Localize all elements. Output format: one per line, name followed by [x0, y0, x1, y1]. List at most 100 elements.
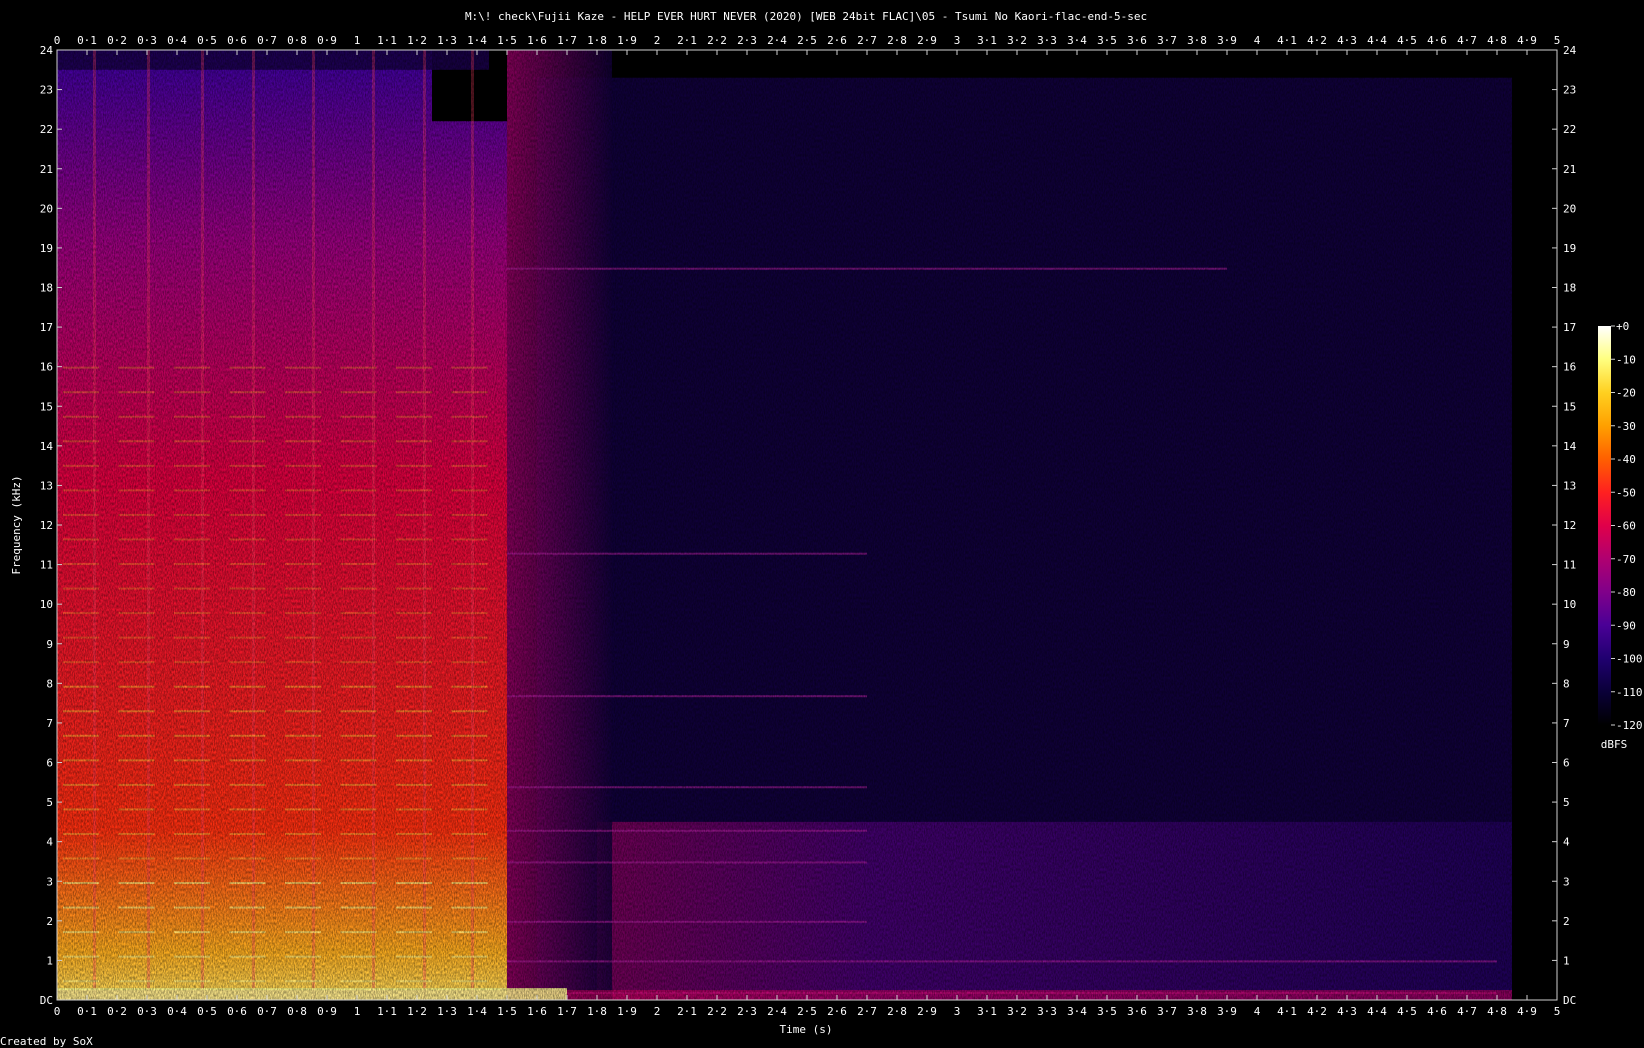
x-tick-label-top: 4·9: [1517, 34, 1537, 47]
x-tick-label-bottom: 0·7: [257, 1005, 277, 1018]
y-tick-label-left: 23: [40, 84, 53, 97]
x-tick-label-bottom: 3·5: [1097, 1005, 1117, 1018]
y-tick-label-left: 13: [40, 479, 53, 492]
y-tick-label-right: 6: [1563, 757, 1570, 770]
x-tick-label-bottom: 0·4: [167, 1005, 187, 1018]
y-tick-label-right: 5: [1563, 796, 1570, 809]
x-tick-label-top: 4·7: [1457, 34, 1477, 47]
x-tick-label-top: 1·7: [557, 34, 577, 47]
x-tick-label-bottom: 1·8: [587, 1005, 607, 1018]
x-tick-label-top: 4·2: [1307, 34, 1327, 47]
y-tick-label-right: 24: [1563, 44, 1577, 57]
y-tick-label-left: 6: [46, 757, 53, 770]
x-tick-label-bottom: 2·6: [827, 1005, 847, 1018]
x-tick-label-bottom: 1·2: [407, 1005, 427, 1018]
x-tick-label-top: 2·1: [677, 34, 697, 47]
x-tick-label-bottom: 1·5: [497, 1005, 517, 1018]
x-tick-label-bottom: 0·3: [137, 1005, 157, 1018]
x-tick-label-top: 1·1: [377, 34, 397, 47]
y-tick-label-right: 7: [1563, 717, 1570, 730]
x-tick-label-top: 4·1: [1277, 34, 1297, 47]
y-tick-label-right: 10: [1563, 598, 1576, 611]
x-tick-label-top: 0·3: [137, 34, 157, 47]
x-tick-label-bottom: 2·9: [917, 1005, 937, 1018]
spectrogram-chart: M:\! check\Fujii Kaze - HELP EVER HURT N…: [0, 10, 1643, 1048]
x-tick-label-top: 1·6: [527, 34, 547, 47]
x-tick-label-top: 3·2: [1007, 34, 1027, 47]
x-tick-label-bottom: 3·4: [1067, 1005, 1087, 1018]
x-tick-label-top: 3·7: [1157, 34, 1177, 47]
colorbar-tick-label: -100: [1616, 653, 1643, 666]
x-tick-label-top: 2·2: [707, 34, 727, 47]
x-tick-label-bottom: 3·9: [1217, 1005, 1237, 1018]
y-tick-label-left: 8: [46, 677, 53, 690]
x-tick-label-top: 3·8: [1187, 34, 1207, 47]
x-tick-label-bottom: 3·3: [1037, 1005, 1057, 1018]
x-tick-label-top: 1: [354, 34, 361, 47]
y-tick-label-left: 7: [46, 717, 53, 730]
x-tick-label-bottom: 4: [1254, 1005, 1261, 1018]
y-tick-label-left: 16: [40, 361, 53, 374]
x-tick-label-bottom: 0·9: [317, 1005, 337, 1018]
x-tick-label-bottom: 1·3: [437, 1005, 457, 1018]
x-tick-label-bottom: 2·3: [737, 1005, 757, 1018]
x-tick-label-top: 1·9: [617, 34, 637, 47]
y-tick-label-left: 12: [40, 519, 53, 532]
x-tick-label-top: 1·2: [407, 34, 427, 47]
x-tick-label-bottom: 3·2: [1007, 1005, 1027, 1018]
x-tick-label-top: 4·5: [1397, 34, 1417, 47]
x-tick-label-top: 1·4: [467, 34, 487, 47]
x-tick-label-bottom: 0·1: [77, 1005, 97, 1018]
x-tick-label-top: 0·7: [257, 34, 277, 47]
x-tick-label-bottom: 3·7: [1157, 1005, 1177, 1018]
y-tick-label-right: 13: [1563, 479, 1576, 492]
y-tick-label-left: 2: [46, 915, 53, 928]
x-tick-label-bottom: 3: [954, 1005, 961, 1018]
x-tick-label-bottom: 1·4: [467, 1005, 487, 1018]
x-tick-label-top: 2: [654, 34, 661, 47]
x-tick-label-bottom: 4·1: [1277, 1005, 1297, 1018]
y-tick-label-right: 20: [1563, 202, 1576, 215]
y-tick-label-right: DC: [1563, 994, 1576, 1007]
y-tick-label-right: 1: [1563, 954, 1570, 967]
colorbar-tick-label: -90: [1616, 619, 1636, 632]
x-tick-label-top: 1·3: [437, 34, 457, 47]
colorbar-tick-label: -30: [1616, 420, 1636, 433]
chart-title: M:\! check\Fujii Kaze - HELP EVER HURT N…: [465, 10, 1147, 23]
x-tick-label-top: 0·5: [197, 34, 217, 47]
x-tick-label-bottom: 2·8: [887, 1005, 907, 1018]
x-tick-label-bottom: 1·6: [527, 1005, 547, 1018]
y-tick-label-right: 14: [1563, 440, 1577, 453]
x-tick-label-bottom: 2·5: [797, 1005, 817, 1018]
colorbar-tick-label: -10: [1616, 353, 1636, 366]
y-tick-label-right: 11: [1563, 559, 1576, 572]
x-tick-label-bottom: 0: [54, 1005, 61, 1018]
x-tick-label-top: 0·1: [77, 34, 97, 47]
x-tick-label-bottom: 1·9: [617, 1005, 637, 1018]
x-axis-label: Time (s): [780, 1023, 833, 1036]
colorbar-tick-label: -120: [1616, 719, 1643, 732]
colorbar-tick-label: -80: [1616, 586, 1636, 599]
x-tick-label-bottom: 3·6: [1127, 1005, 1147, 1018]
y-tick-label-right: 19: [1563, 242, 1576, 255]
x-tick-label-bottom: 2·1: [677, 1005, 697, 1018]
x-tick-label-bottom: 3·1: [977, 1005, 997, 1018]
y-tick-label-left: 1: [46, 954, 53, 967]
y-tick-label-left: 5: [46, 796, 53, 809]
x-tick-label-top: 3·9: [1217, 34, 1237, 47]
y-tick-label-right: 4: [1563, 836, 1570, 849]
x-tick-label-bottom: 4·4: [1367, 1005, 1387, 1018]
noise-texture: [57, 50, 1557, 1000]
colorbar-tick-label: -110: [1616, 686, 1643, 699]
x-tick-label-top: 0·6: [227, 34, 247, 47]
x-tick-label-bottom: 0·5: [197, 1005, 217, 1018]
y-tick-label-right: 3: [1563, 875, 1570, 888]
x-tick-label-bottom: 4·8: [1487, 1005, 1507, 1018]
y-tick-label-left: 14: [40, 440, 54, 453]
x-tick-label-bottom: 2·4: [767, 1005, 787, 1018]
x-tick-label-bottom: 2·2: [707, 1005, 727, 1018]
y-tick-label-left: 19: [40, 242, 53, 255]
colorbar-tick-label: +0: [1616, 320, 1629, 333]
x-tick-label-bottom: 0·2: [107, 1005, 127, 1018]
x-tick-label-top: 1·5: [497, 34, 517, 47]
